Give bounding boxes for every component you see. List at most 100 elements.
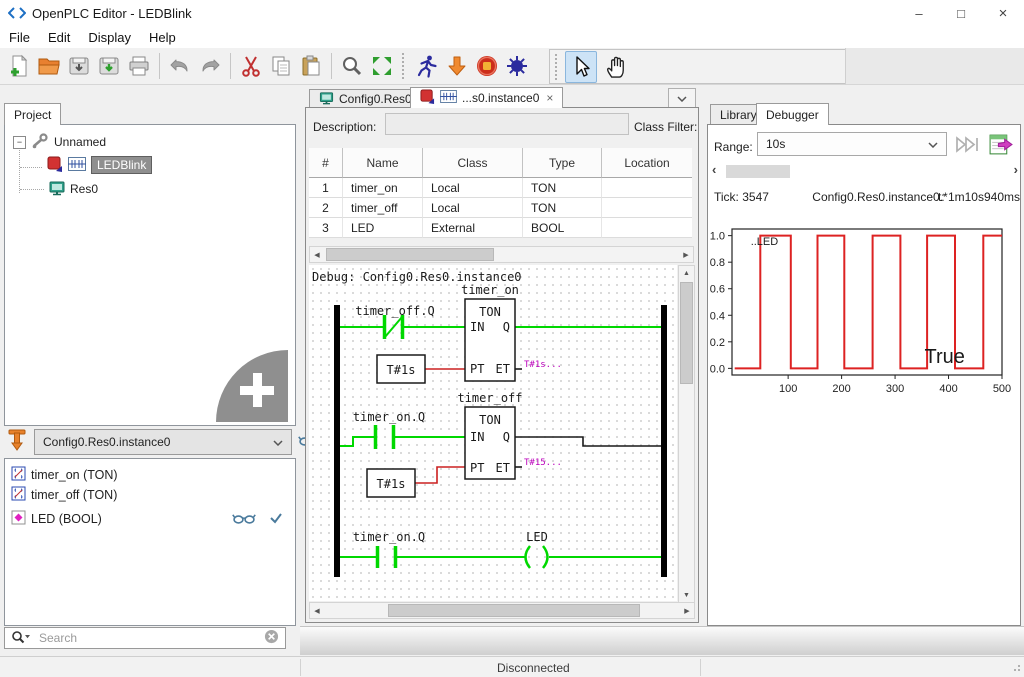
scroll-left-arrow[interactable]: ◀ — [310, 603, 324, 618]
new-file-button[interactable] — [4, 51, 34, 81]
ladder-v-scrollbar[interactable]: ▲ ▼ — [678, 265, 695, 603]
table-cell[interactable]: LED — [343, 218, 423, 238]
tree-item-res0[interactable]: Res0 — [49, 180, 98, 198]
close-button[interactable]: × — [982, 0, 1024, 26]
scrollbar-thumb[interactable] — [326, 248, 494, 261]
variable-item-timer-off[interactable]: timer_off (TON) — [11, 486, 287, 504]
coil-led[interactable]: LED — [526, 530, 548, 568]
search-input[interactable] — [37, 630, 264, 646]
scrollbar-thumb[interactable] — [680, 282, 693, 384]
tab-list-dropdown-button[interactable] — [668, 88, 696, 108]
stop-plc-button[interactable] — [472, 51, 502, 81]
table-cell[interactable]: timer_on — [343, 178, 423, 198]
scroll-right-arrow[interactable]: ▶ — [679, 247, 693, 262]
timeline-thumb[interactable] — [726, 165, 790, 178]
redo-icon — [198, 54, 222, 78]
table-cell[interactable] — [602, 218, 692, 238]
save-button[interactable] — [64, 51, 94, 81]
skip-to-end-button[interactable] — [954, 135, 981, 157]
build-button[interactable] — [502, 51, 532, 81]
minimize-button[interactable]: – — [898, 0, 940, 26]
search-project-button[interactable] — [337, 51, 367, 81]
table-cell[interactable] — [602, 198, 692, 218]
clear-search-icon[interactable] — [264, 629, 279, 647]
header-cell[interactable]: # — [309, 148, 343, 178]
force-check-icon[interactable] — [269, 512, 283, 527]
pan-tool-button[interactable] — [601, 52, 631, 82]
variable-item-led[interactable]: LED (BOOL) — [11, 510, 287, 528]
timeline-right-arrow[interactable]: › — [1014, 162, 1018, 177]
save-as-button[interactable] — [94, 51, 124, 81]
block-timer-off[interactable]: timer_off TON IN Q PT ET — [457, 391, 522, 479]
tab-config0-res0[interactable]: Config0.Res0 — [309, 89, 422, 108]
table-cell[interactable]: TON — [523, 198, 602, 218]
menu-file[interactable]: File — [0, 30, 39, 45]
header-cell[interactable]: Class — [423, 148, 523, 178]
scroll-up-arrow[interactable]: ▲ — [679, 266, 694, 280]
transfer-to-plc-button[interactable] — [442, 51, 472, 81]
header-cell[interactable]: Name — [343, 148, 423, 178]
close-tab-icon[interactable]: × — [546, 91, 553, 105]
run-simulation-button[interactable] — [412, 51, 442, 81]
menu-display[interactable]: Display — [79, 30, 140, 45]
search-icon[interactable] — [11, 630, 31, 647]
table-cell[interactable]: Local — [423, 178, 523, 198]
cut-button[interactable] — [236, 51, 266, 81]
add-element-button[interactable] — [216, 350, 288, 422]
watch-glasses-icon[interactable] — [232, 511, 256, 528]
select-tool-button[interactable] — [565, 51, 597, 83]
skip-end-icon — [954, 135, 981, 154]
table-h-scrollbar[interactable]: ◀ ▶ — [309, 246, 694, 263]
table-cell[interactable]: 2 — [309, 198, 343, 218]
tab-project[interactable]: Project — [4, 103, 61, 125]
undo-button[interactable] — [165, 51, 195, 81]
left-power-rail[interactable] — [334, 305, 340, 577]
scroll-left-arrow[interactable]: ◀ — [310, 247, 324, 262]
redo-button[interactable] — [195, 51, 225, 81]
contact-timer-on-q-2[interactable]: timer_on.Q — [353, 530, 425, 568]
table-cell[interactable]: Local — [423, 198, 523, 218]
tab-instance0[interactable]: ...s0.instance0 × — [410, 87, 563, 108]
table-cell[interactable]: External — [423, 218, 523, 238]
literal-t1s-block1[interactable]: T#1s — [377, 355, 425, 383]
header-cell[interactable]: Type — [523, 148, 602, 178]
description-input[interactable] — [385, 113, 629, 135]
scrollbar-thumb[interactable] — [388, 604, 640, 617]
header-cell[interactable]: Location — [602, 148, 692, 178]
scroll-right-arrow[interactable]: ▶ — [680, 603, 694, 618]
block-timer-on[interactable]: timer_on TON IN Q PT ET — [461, 283, 519, 381]
scroll-down-arrow[interactable]: ▼ — [679, 588, 694, 602]
paste-button[interactable] — [296, 51, 326, 81]
right-power-rail[interactable] — [661, 305, 667, 577]
timeline-left-arrow[interactable]: ‹ — [712, 162, 716, 177]
resize-grip[interactable] — [1011, 661, 1021, 675]
table-cell[interactable]: timer_off — [343, 198, 423, 218]
table-cell[interactable]: TON — [523, 178, 602, 198]
contact-timer-off-q[interactable]: timer_off.Q — [355, 304, 434, 339]
table-cell[interactable]: BOOL — [523, 218, 602, 238]
fit-zoom-button[interactable] — [367, 51, 397, 81]
instance-path-dropdown[interactable]: Config0.Res0.instance0 — [34, 429, 292, 455]
table-cell[interactable] — [602, 178, 692, 198]
tree-item-ledblink[interactable]: LEDBlink — [47, 156, 152, 174]
table-cell[interactable]: 3 — [309, 218, 343, 238]
range-dropdown[interactable]: 10s — [757, 132, 947, 156]
export-graph-button[interactable] — [988, 132, 1013, 160]
ladder-h-scrollbar[interactable]: ◀ ▶ — [309, 602, 695, 619]
literal-t1s-block2[interactable]: T#1s — [367, 469, 415, 497]
tree-collapse-toggle[interactable]: − — [13, 136, 26, 149]
open-project-button[interactable] — [34, 51, 64, 81]
print-button[interactable] — [124, 51, 154, 81]
contact-timer-on-q[interactable]: timer_on.Q — [353, 410, 425, 449]
maximize-button[interactable]: □ — [940, 0, 982, 26]
ladder-editor-canvas[interactable]: Debug: Config0.Res0.instance0 timer_off.… — [309, 265, 677, 601]
menu-edit[interactable]: Edit — [39, 30, 79, 45]
variable-item-timer-on[interactable]: timer_on (TON) — [11, 466, 287, 484]
tab-debugger[interactable]: Debugger — [756, 103, 829, 125]
copy-button[interactable] — [266, 51, 296, 81]
table-cell[interactable]: 1 — [309, 178, 343, 198]
tree-item-project-root[interactable]: − Unnamed — [13, 133, 106, 151]
menu-help[interactable]: Help — [140, 30, 185, 45]
bottom-sash[interactable] — [300, 626, 1024, 655]
paste-clipboard-icon — [299, 54, 323, 78]
